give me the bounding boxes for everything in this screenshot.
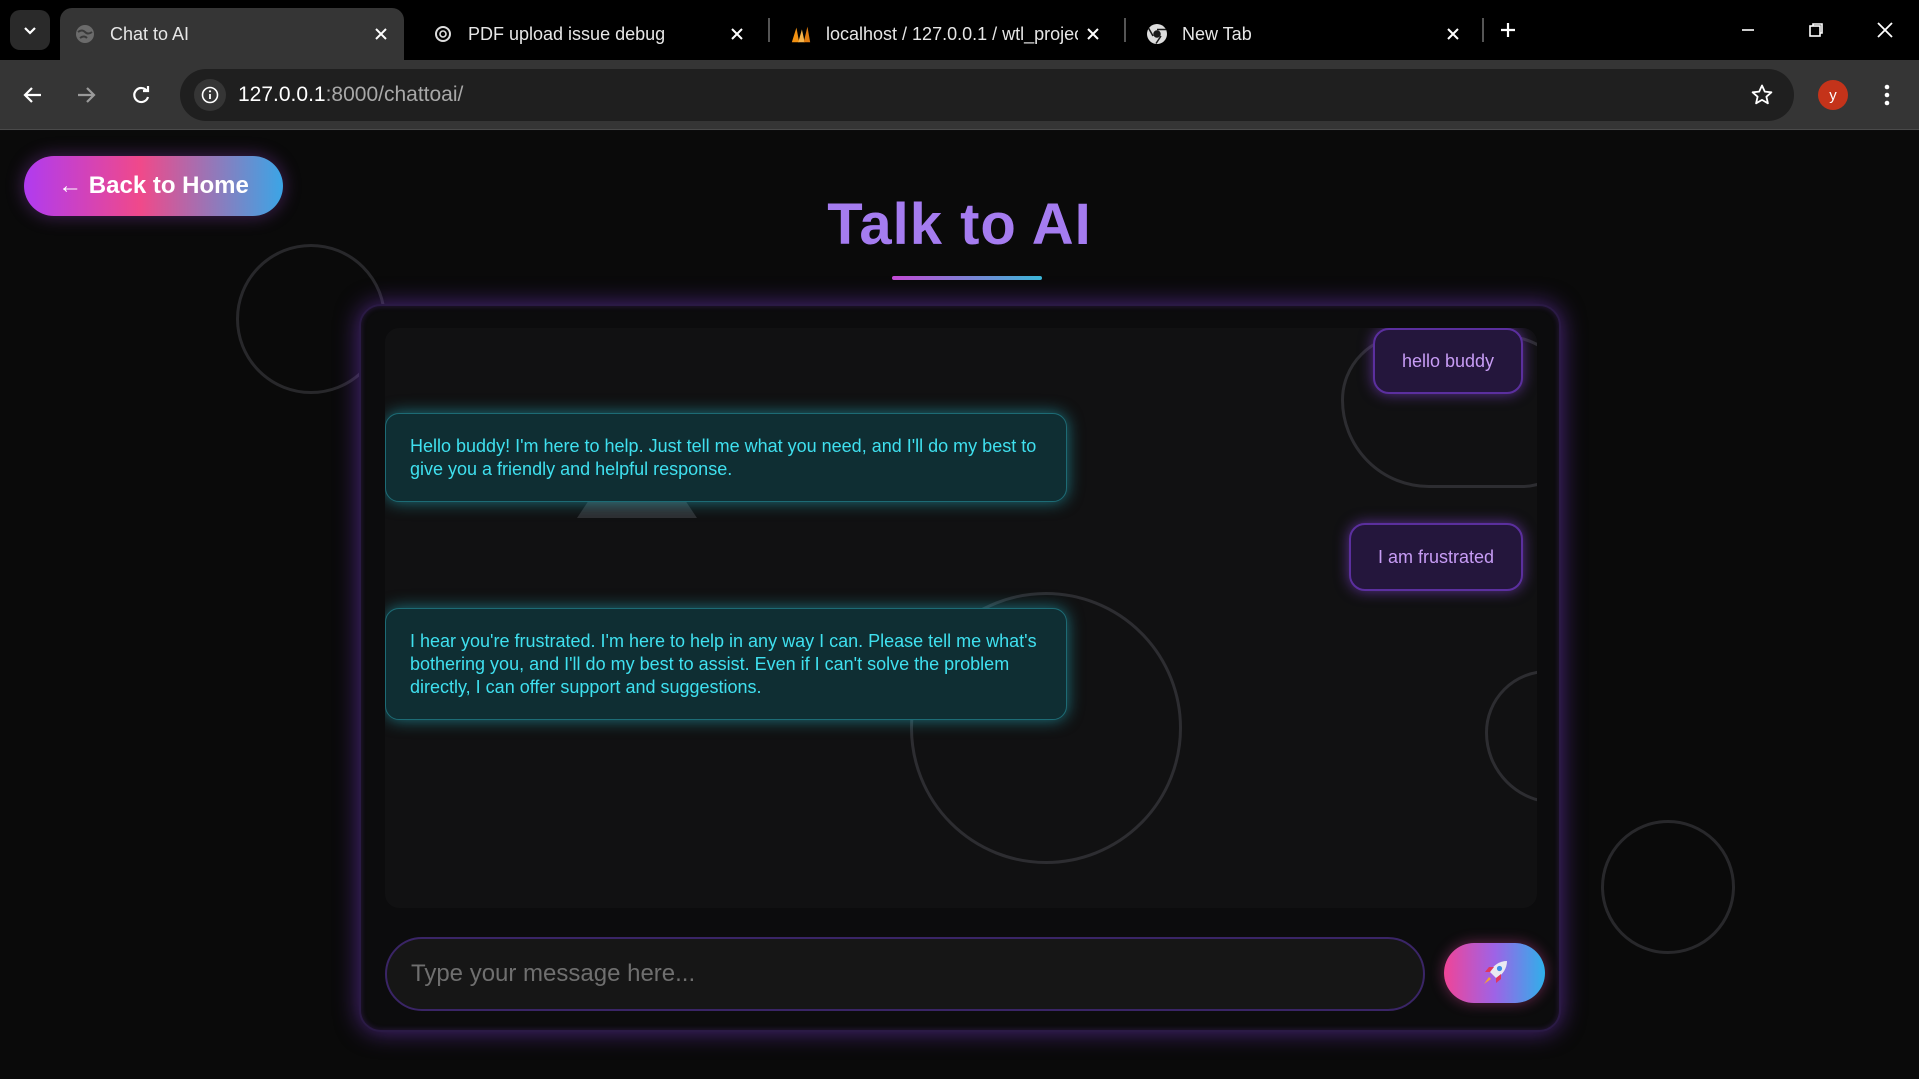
url-text: 127.0.0.1:8000/chattoai/ <box>238 83 463 107</box>
decorative-circle <box>1601 820 1735 954</box>
url-host: 127.0.0.1 <box>238 83 326 106</box>
reload-icon <box>133 86 150 104</box>
close-window-button[interactable] <box>1861 10 1909 50</box>
title-underline <box>892 276 1042 280</box>
page-content: ← Back to Home Talk to AI hello buddy He… <box>0 131 1919 1079</box>
message-input-row <box>385 937 1545 1011</box>
close-tab-icon[interactable] <box>1438 19 1468 49</box>
minimize-button[interactable] <box>1724 10 1772 50</box>
browser-menu-button[interactable] <box>1872 78 1902 112</box>
tab-title: localhost / 127.0.0.1 / wtl_projec <box>826 23 1078 44</box>
tab-strip: Chat to AI PDF upload issue debug localh… <box>0 0 1919 60</box>
openai-icon <box>432 23 454 45</box>
tab-phpmyadmin[interactable]: localhost / 127.0.0.1 / wtl_projec <box>776 8 1116 60</box>
restore-icon <box>1809 23 1823 37</box>
tab-search-button[interactable] <box>10 10 50 50</box>
tab-separator <box>768 18 770 42</box>
tab-chat-to-ai[interactable]: Chat to AI <box>60 8 404 60</box>
address-bar[interactable]: 127.0.0.1:8000/chattoai/ <box>180 69 1794 121</box>
chat-messages-area[interactable]: hello buddy Hello buddy! I'm here to hel… <box>385 328 1537 908</box>
tab-title: Chat to AI <box>110 23 190 44</box>
ai-message: Hello buddy! I'm here to help. Just tell… <box>385 413 1067 502</box>
arrow-left-icon <box>23 87 41 103</box>
site-info-icon[interactable] <box>194 79 226 111</box>
bookmark-star-icon[interactable] <box>1748 81 1776 109</box>
tab-separator <box>1124 18 1126 42</box>
new-tab-button[interactable] <box>1492 14 1524 46</box>
send-button[interactable] <box>1444 943 1545 1003</box>
page-title: Talk to AI <box>827 192 1092 257</box>
close-tab-icon[interactable] <box>366 19 396 49</box>
minimize-icon <box>1742 29 1754 31</box>
tab-title: PDF upload issue debug <box>468 23 666 44</box>
ai-message: I hear you're frustrated. I'm here to he… <box>385 608 1067 720</box>
message-input[interactable] <box>385 937 1425 1011</box>
tab-new-tab[interactable]: New Tab <box>1132 8 1476 60</box>
tab-title: New Tab <box>1182 23 1252 44</box>
close-icon <box>1877 22 1893 38</box>
tab-separator <box>1482 18 1484 42</box>
chevron-down-icon <box>24 27 36 35</box>
user-message: I am frustrated <box>1349 523 1523 591</box>
chat-container: hello buddy Hello buddy! I'm here to hel… <box>359 304 1561 1032</box>
chrome-icon <box>1146 23 1168 45</box>
profile-avatar[interactable]: y <box>1818 80 1848 110</box>
forward-nav-button[interactable] <box>66 75 106 115</box>
decorative-blob <box>1485 670 1537 804</box>
back-nav-button[interactable] <box>13 75 53 115</box>
close-tab-icon[interactable] <box>1078 19 1108 49</box>
arrow-right-icon <box>78 87 96 103</box>
rocket-icon <box>1483 961 1507 984</box>
reload-button[interactable] <box>121 75 161 115</box>
url-path: :8000/chattoai/ <box>325 83 464 106</box>
user-message: hello buddy <box>1373 328 1523 394</box>
plus-icon <box>1501 23 1515 37</box>
close-tab-icon[interactable] <box>722 19 752 49</box>
globe-icon <box>74 23 96 45</box>
tab-pdf-upload[interactable]: PDF upload issue debug <box>418 8 760 60</box>
restore-button[interactable] <box>1792 10 1840 50</box>
more-vert-icon <box>1884 84 1890 106</box>
phpmyadmin-icon <box>790 23 812 45</box>
browser-toolbar: 127.0.0.1:8000/chattoai/ y <box>0 60 1919 130</box>
